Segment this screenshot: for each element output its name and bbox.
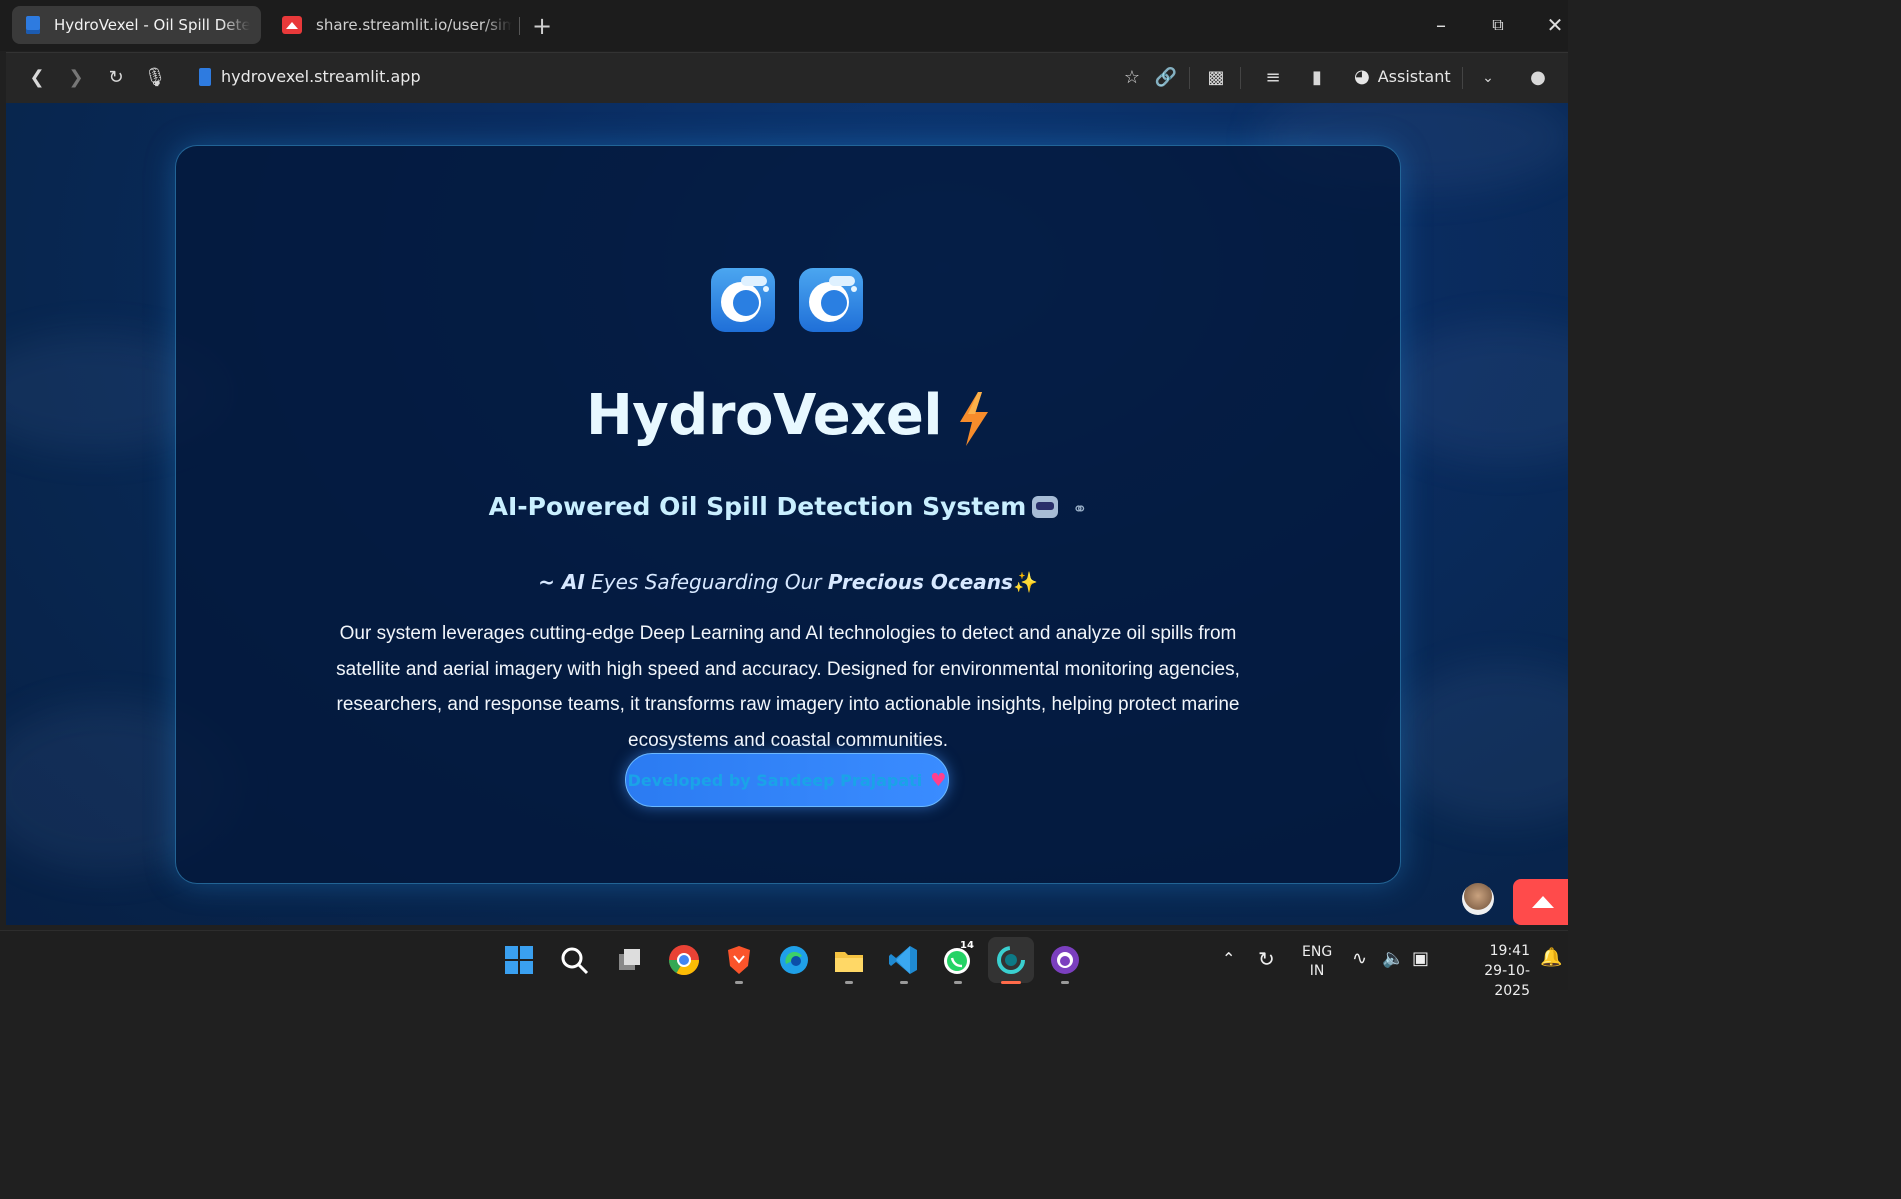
bookmark-star-icon[interactable]: ☆ xyxy=(1119,65,1145,91)
comet-browser-icon[interactable] xyxy=(988,937,1034,983)
forward-icon[interactable]: ❯ xyxy=(63,65,89,91)
running-indicator xyxy=(735,981,743,984)
github-desktop-icon[interactable] xyxy=(1047,942,1083,978)
restore-button[interactable]: ⧉ xyxy=(1483,10,1513,40)
profile-icon[interactable]: ● xyxy=(1525,65,1551,91)
minimize-button[interactable]: – xyxy=(1426,10,1456,40)
assistant-button[interactable]: ◕ Assistant xyxy=(1354,66,1451,87)
developer-button[interactable]: Developed by Sandeep Prajapati ♥ xyxy=(625,753,949,807)
heart-icon: ♥ xyxy=(930,769,947,791)
tab-streamlit-share[interactable]: share.streamlit.io/user/simplysandeepp xyxy=(268,6,518,44)
wave-icon xyxy=(711,268,775,332)
lightning-bolt-icon xyxy=(958,391,990,446)
toolbar-divider xyxy=(1189,67,1190,89)
avatar[interactable] xyxy=(1462,883,1494,915)
address-bar[interactable]: hydrovexel.streamlit.app xyxy=(221,67,421,86)
language-code: ENG xyxy=(1302,944,1333,960)
sparkles-icon: ✨ xyxy=(1012,570,1038,594)
search-icon[interactable] xyxy=(556,942,592,978)
tab-title: share.streamlit.io/user/simplysandeepp xyxy=(316,16,512,34)
chevron-down-icon[interactable]: ⌄ xyxy=(1475,65,1501,91)
robot-icon xyxy=(1032,496,1059,518)
task-view-icon[interactable] xyxy=(611,942,647,978)
tagline: ~ AI Eyes Safeguarding Our Precious Ocea… xyxy=(176,570,1400,594)
edge-icon[interactable] xyxy=(776,942,812,978)
microphone-icon[interactable]: 🎙 xyxy=(142,65,168,91)
site-favicon xyxy=(199,68,211,86)
language-indicator[interactable]: ENG IN xyxy=(1302,943,1332,981)
sync-icon[interactable]: ↻ xyxy=(1258,947,1275,971)
chrome-icon[interactable] xyxy=(666,942,702,978)
app-title: HydroVexel xyxy=(585,383,943,448)
anchor-link-icon[interactable]: ⚭ xyxy=(1072,499,1087,520)
running-indicator xyxy=(1061,981,1069,984)
page-viewport: HydroVexel AI-Powered Oil Spill Detectio… xyxy=(6,103,1568,925)
read-aloud-icon[interactable]: ▮ xyxy=(1304,65,1330,91)
close-window-button[interactable]: ✕ xyxy=(1540,10,1570,40)
assistant-label: Assistant xyxy=(1377,67,1451,86)
file-explorer-icon[interactable] xyxy=(831,942,867,978)
wifi-icon[interactable]: ∿ xyxy=(1352,948,1367,969)
back-icon[interactable]: ❮ xyxy=(24,65,50,91)
running-indicator xyxy=(954,981,962,984)
subtitle: AI-Powered Oil Spill Detection System ⚭ xyxy=(176,492,1400,521)
whatsapp-icon[interactable]: 14 xyxy=(940,940,976,978)
tab-strip: HydroVexel - Oil Spill Detection share.s… xyxy=(0,0,1568,51)
show-hidden-icons-chevron-icon[interactable]: ⌃ xyxy=(1222,949,1235,968)
reload-icon[interactable]: ↻ xyxy=(103,65,129,91)
region-code: IN xyxy=(1309,963,1325,979)
copy-link-icon[interactable]: 🔗 xyxy=(1153,65,1179,91)
reader-mode-icon[interactable]: ≡ xyxy=(1260,65,1286,91)
volume-icon[interactable]: 🔈 xyxy=(1382,948,1404,969)
battery-icon[interactable]: ▣ xyxy=(1412,948,1429,969)
subtitle-text: AI-Powered Oil Spill Detection System xyxy=(488,492,1027,521)
developer-button-label: Developed by Sandeep Prajapati xyxy=(627,770,923,790)
browser-toolbar: ❮ ❯ ↻ 🎙 hydrovexel.streamlit.app ☆ 🔗 ▩ ≡… xyxy=(6,52,1568,103)
vscode-icon[interactable] xyxy=(886,942,922,978)
tagline-prefix: ~ xyxy=(538,570,562,594)
tab-title: HydroVexel - Oil Spill Detection xyxy=(54,16,250,34)
page-title: HydroVexel xyxy=(176,383,1400,448)
wave-icons xyxy=(711,268,863,332)
notification-badge: 14 xyxy=(960,940,974,951)
toolbar-divider xyxy=(1240,67,1241,89)
notification-center-icon[interactable]: 🔔 xyxy=(1540,947,1562,968)
hero-card: HydroVexel AI-Powered Oil Spill Detectio… xyxy=(175,145,1401,884)
clock[interactable]: 19:41 29-10-2025 xyxy=(1452,941,1530,1001)
taskbar: 14 ⌃ ↻ ENG IN ∿ 🔈 ▣ 19:41 29-10-2025 🔔 xyxy=(0,930,1568,999)
active-indicator xyxy=(1001,981,1021,984)
screenshot-search-icon[interactable]: ▩ xyxy=(1203,65,1229,91)
tagline-ai: AI xyxy=(561,570,585,594)
tagline-emphasis: Precious Oceans xyxy=(827,570,1013,594)
brave-icon[interactable] xyxy=(721,942,757,978)
running-indicator xyxy=(845,981,853,984)
tab-hydrovexel[interactable]: HydroVexel - Oil Spill Detection xyxy=(12,6,261,44)
wave-icon xyxy=(799,268,863,332)
toolbar-divider xyxy=(1462,67,1463,89)
tagline-middle: Eyes Safeguarding Our xyxy=(584,570,828,594)
description: Our system leverages cutting-edge Deep L… xyxy=(336,623,1240,751)
tab-divider xyxy=(519,17,520,35)
new-tab-button[interactable]: + xyxy=(530,12,554,40)
doc-icon xyxy=(26,16,40,34)
clock-time: 19:41 xyxy=(1489,943,1530,959)
clock-date: 29-10-2025 xyxy=(1484,963,1530,999)
streamlit-icon xyxy=(282,16,302,34)
assistant-icon: ◕ xyxy=(1354,66,1370,87)
streamlit-badge[interactable] xyxy=(1513,879,1568,925)
running-indicator xyxy=(900,981,908,984)
windows-start-icon[interactable] xyxy=(501,942,537,978)
